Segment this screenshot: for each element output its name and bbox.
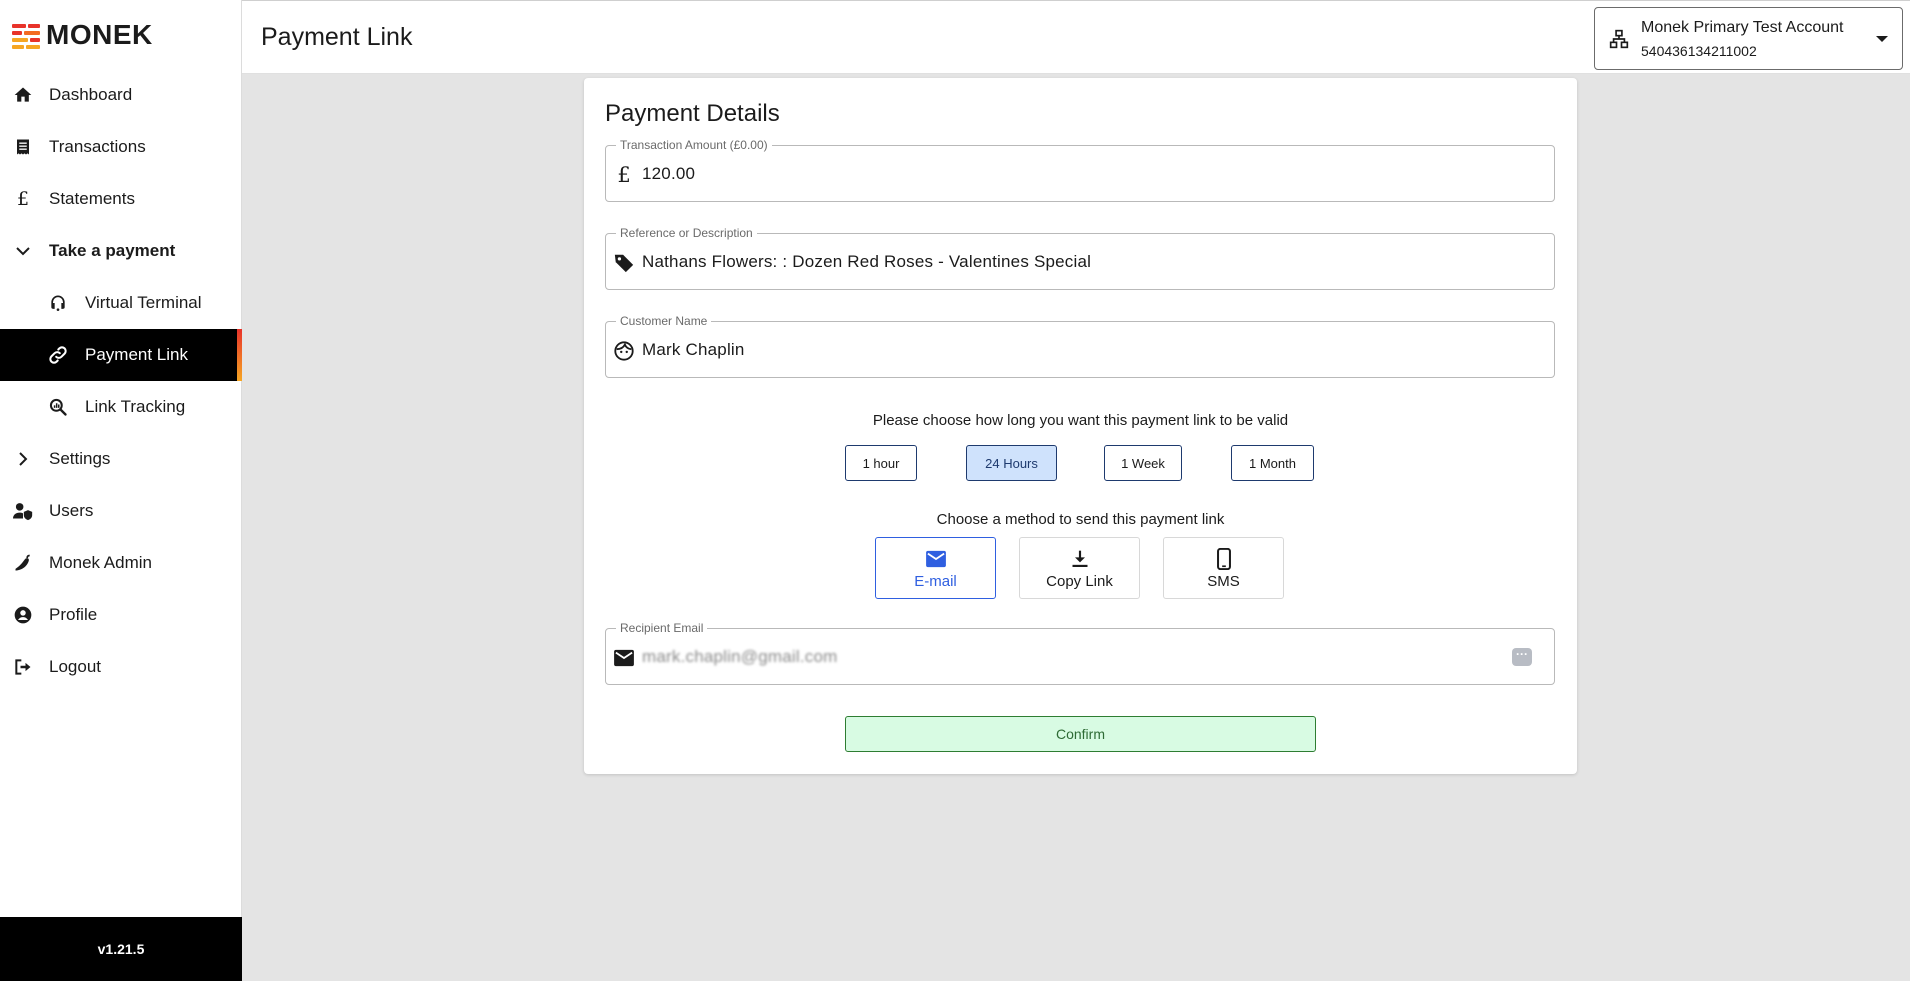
pound-icon: £ [617, 163, 631, 187]
sidebar-nav: Dashboard Transactions £ Statements Take… [0, 69, 242, 693]
sidebar-item-label: Take a payment [49, 241, 176, 260]
app-version: v1.21.5 [0, 917, 242, 981]
autofill-icon[interactable]: ··· [1512, 648, 1532, 666]
pound-icon: £ [16, 188, 30, 210]
duration-1-week-button[interactable]: 1 Week [1104, 445, 1182, 481]
account-name: Monek Primary Test Account [1641, 19, 1844, 36]
sidebar-item-statements[interactable]: £ Statements [0, 173, 242, 225]
sidebar-item-label: Link Tracking [85, 397, 186, 416]
sidebar: MONEK Dashboard Transactions £ Statement… [0, 0, 242, 981]
transaction-amount-label: Transaction Amount (£0.00) [616, 138, 772, 152]
customer-name-label: Customer Name [616, 314, 712, 328]
brand-name: MONEK [46, 19, 153, 50]
sidebar-item-virtual-terminal[interactable]: Virtual Terminal [0, 277, 242, 329]
card-title: Payment Details [605, 100, 780, 127]
sidebar-item-label: Virtual Terminal [85, 293, 202, 312]
duration-24-hours-button[interactable]: 24 Hours [966, 445, 1057, 481]
sidebar-item-label: Statements [49, 189, 135, 208]
method-sms-label: SMS [1207, 573, 1240, 590]
sidebar-item-label: Profile [49, 605, 98, 624]
tag-icon [612, 251, 636, 275]
payment-details-card: Payment Details Transaction Amount (£0.0… [584, 78, 1577, 774]
sidebar-item-profile[interactable]: Profile [0, 589, 242, 641]
page-title: Payment Link [261, 23, 413, 51]
headset-icon [47, 292, 69, 314]
transaction-amount-input[interactable]: 120.00 [642, 164, 695, 184]
search-chart-icon [47, 396, 69, 418]
sidebar-item-users[interactable]: Users [0, 485, 242, 537]
pepper-icon [12, 552, 34, 574]
receipt-icon [12, 136, 34, 158]
sidebar-item-transactions[interactable]: Transactions [0, 121, 242, 173]
home-icon [12, 84, 34, 106]
method-prompt: Choose a method to send this payment lin… [936, 511, 1225, 528]
sidebar-item-settings[interactable]: Settings [0, 433, 242, 485]
chevron-right-icon [12, 448, 34, 470]
recipient-email-input[interactable]: mark.chaplin@gmail.com [642, 647, 838, 667]
chevron-down-icon [12, 240, 34, 262]
monek-logo[interactable]: MONEK [12, 19, 153, 50]
phone-icon [1212, 548, 1236, 570]
customer-name-input[interactable]: Mark Chaplin [642, 340, 745, 360]
method-copy-link-label: Copy Link [1046, 573, 1113, 590]
email-icon [924, 548, 948, 570]
monek-logo-mark [12, 22, 42, 49]
reference-input[interactable]: Nathans Flowers: : Dozen Red Roses - Val… [642, 252, 1091, 272]
recipient-email-field[interactable]: Recipient Email mark.chaplin@gmail.com ·… [605, 621, 1555, 685]
logout-icon [12, 656, 34, 678]
method-email-label: E-mail [914, 573, 957, 590]
recipient-email-label: Recipient Email [616, 621, 708, 635]
sidebar-item-payment-link[interactable]: Payment Link [0, 329, 242, 381]
sidebar-item-label: Users [49, 501, 94, 520]
duration-1-month-button[interactable]: 1 Month [1231, 445, 1314, 481]
sidebar-item-take-a-payment[interactable]: Take a payment [0, 225, 242, 277]
transaction-amount-field[interactable]: Transaction Amount (£0.00) £ 120.00 [605, 138, 1555, 202]
method-sms-button[interactable]: SMS [1163, 537, 1284, 599]
user-shield-icon [12, 500, 34, 522]
sidebar-item-logout[interactable]: Logout [0, 641, 242, 693]
top-header: Payment Link Monek Primary Test Account … [242, 0, 1910, 74]
validity-prompt: Please choose how long you want this pay… [872, 412, 1289, 429]
account-number: 540436134211002 [1641, 43, 1757, 59]
caret-down-icon [1876, 36, 1888, 42]
email-icon [612, 646, 636, 670]
sidebar-item-link-tracking[interactable]: Link Tracking [0, 381, 242, 433]
sidebar-item-label: Dashboard [49, 85, 133, 104]
sidebar-item-label: Transactions [49, 137, 146, 156]
sitemap-icon [1609, 29, 1629, 49]
duration-1-hour-button[interactable]: 1 hour [845, 445, 917, 481]
sidebar-item-label: Monek Admin [49, 553, 152, 572]
sidebar-item-monek-admin[interactable]: Monek Admin [0, 537, 242, 589]
sidebar-item-label: Payment Link [85, 345, 188, 364]
download-icon [1068, 548, 1092, 570]
customer-name-field[interactable]: Customer Name Mark Chaplin [605, 314, 1555, 378]
reference-label: Reference or Description [616, 226, 757, 240]
account-selector[interactable]: Monek Primary Test Account 5404361342110… [1594, 7, 1903, 70]
sidebar-item-label: Settings [49, 449, 111, 468]
reference-field[interactable]: Reference or Description Nathans Flowers… [605, 226, 1555, 290]
account-circle-icon [12, 604, 34, 626]
sidebar-item-dashboard[interactable]: Dashboard [0, 69, 242, 121]
link-icon [47, 344, 69, 366]
face-icon [612, 339, 636, 363]
sidebar-item-label: Logout [49, 657, 101, 676]
confirm-button[interactable]: Confirm [845, 716, 1316, 752]
method-email-button[interactable]: E-mail [875, 537, 996, 599]
method-copy-link-button[interactable]: Copy Link [1019, 537, 1140, 599]
